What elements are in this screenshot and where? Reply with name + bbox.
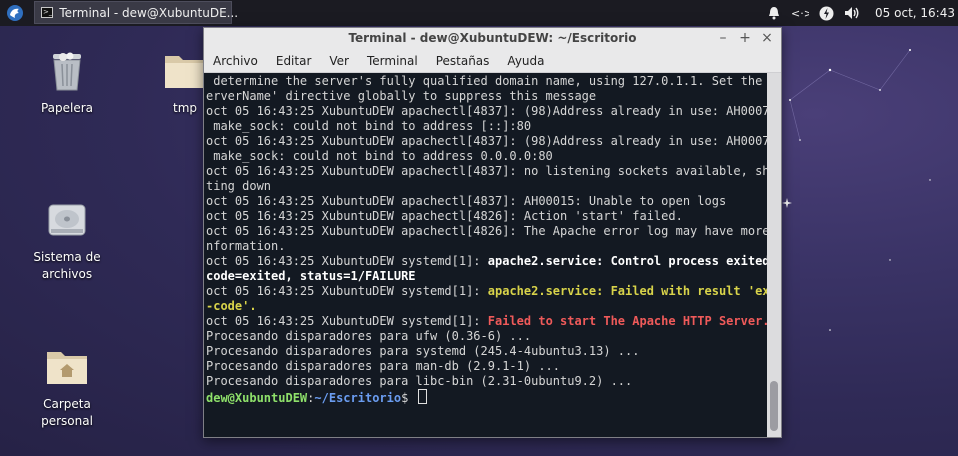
terminal-text: determine the server's fully qualified d…: [206, 74, 767, 88]
terminal-text: erverName' directive globally to suppres…: [206, 89, 597, 103]
terminal-text: Failed to start The Apache HTTP Server.: [487, 314, 767, 328]
terminal-text: -code'.: [206, 299, 257, 313]
menu-editar[interactable]: Editar: [267, 54, 321, 68]
folder-icon: [165, 56, 205, 88]
terminal-text: nformation.: [206, 239, 286, 253]
terminal-prompt-line[interactable]: dew@XubuntuDEW:~/Escritorio$: [206, 389, 767, 406]
terminal-text: oct 05 16:43:25 XubuntuDEW systemd[1]:: [206, 284, 488, 298]
terminal-line: determine the server's fully qualified d…: [206, 74, 767, 89]
terminal-text: apache2.service: Failed with result 'exi…: [487, 284, 767, 298]
prompt-user: dew@XubuntuDEW: [206, 391, 308, 405]
terminal-line: Procesando disparadores para man-db (2.9…: [206, 359, 767, 374]
system-tray: <·> 05 oct, 16:43: [757, 0, 958, 26]
terminal-line: oct 05 16:43:25 XubuntuDEW systemd[1]: a…: [206, 254, 767, 269]
drive-icon: [48, 204, 86, 236]
terminal-output[interactable]: determine the server's fully qualified d…: [204, 73, 767, 437]
terminal-text: oct 05 16:43:25 XubuntuDEW apachectl[483…: [206, 164, 767, 178]
desktop-icon-label: Carpeta personal: [41, 397, 93, 428]
terminal-line: oct 05 16:43:25 XubuntuDEW systemd[1]: F…: [206, 314, 767, 329]
terminal-text: oct 05 16:43:25 XubuntuDEW systemd[1]:: [206, 254, 488, 268]
terminal-line: Procesando disparadores para systemd (24…: [206, 344, 767, 359]
menu-ver[interactable]: Ver: [320, 54, 358, 68]
home-folder-icon: [47, 352, 87, 384]
window-titlebar[interactable]: Terminal - dew@XubuntuDEW: ~/Escritorio …: [204, 28, 781, 50]
terminal-text: oct 05 16:43:25 XubuntuDEW systemd[1]:: [206, 314, 488, 328]
volume-icon[interactable]: [843, 4, 861, 22]
notification-bell-icon[interactable]: [765, 4, 783, 22]
terminal-line: ting down: [206, 179, 767, 194]
terminal-line: nformation.: [206, 239, 767, 254]
trash-icon: [53, 52, 81, 91]
terminal-line: oct 05 16:43:25 XubuntuDEW apachectl[483…: [206, 164, 767, 179]
terminal-line: Procesando disparadores para libc-bin (2…: [206, 374, 767, 389]
scrollbar-thumb[interactable]: [770, 381, 778, 431]
prompt-symbol: $: [401, 391, 416, 405]
terminal-text: make_sock: could not bind to address 0.0…: [206, 149, 553, 163]
menu-ayuda[interactable]: Ayuda: [498, 54, 553, 68]
terminal-line: oct 05 16:43:25 XubuntuDEW apachectl[482…: [206, 224, 767, 239]
terminal-line: code=exited, status=1/FAILURE: [206, 269, 767, 284]
terminal-text: Procesando disparadores para man-db (2.9…: [206, 359, 561, 373]
menubar: Archivo Editar Ver Terminal Pestañas Ayu…: [204, 50, 781, 73]
text-cursor: [417, 389, 427, 404]
terminal-line: erverName' directive globally to suppres…: [206, 89, 767, 104]
terminal-window: Terminal - dew@XubuntuDEW: ~/Escritorio …: [203, 27, 782, 438]
taskbar-terminal-button[interactable]: >_ Terminal - dew@XubuntuDE...: [34, 1, 238, 24]
terminal-text: make_sock: could not bind to address [::…: [206, 119, 532, 133]
terminal-line: oct 05 16:43:25 XubuntuDEW apachectl[483…: [206, 104, 767, 119]
terminal-line: make_sock: could not bind to address [::…: [206, 119, 767, 134]
menu-archivo[interactable]: Archivo: [204, 54, 267, 68]
terminal-line: make_sock: could not bind to address 0.0…: [206, 149, 767, 164]
top-panel: >_ Terminal - dew@XubuntuDE... <·> 05 oc…: [0, 0, 958, 26]
prompt-path: ~/Escritorio: [314, 391, 402, 405]
minimize-button[interactable]: –: [717, 30, 729, 46]
menu-terminal[interactable]: Terminal: [358, 54, 427, 68]
whisker-menu-icon[interactable]: [6, 4, 24, 22]
desktop-icon-label: Papelera: [40, 101, 94, 115]
desktop-icon-label: Sistema de archivos: [33, 250, 101, 281]
terminal-text: apache2.service: Control process exited,: [487, 254, 767, 268]
desktop-icon-home[interactable]: Carpeta personal: [27, 342, 107, 430]
power-icon[interactable]: [817, 4, 835, 22]
terminal-line: oct 05 16:43:25 XubuntuDEW apachectl[482…: [206, 209, 767, 224]
svg-text:<·>: <·>: [791, 7, 809, 20]
desktop-icon-filesystem[interactable]: Sistema de archivos: [27, 195, 107, 283]
terminal-line: -code'.: [206, 299, 767, 314]
desktop-icon-trash[interactable]: Papelera: [27, 46, 107, 117]
terminal-text: code=exited, status=1/FAILURE: [206, 269, 416, 283]
menu-pestanas[interactable]: Pestañas: [427, 54, 499, 68]
terminal-text: Procesando disparadores para ufw (0.36-6…: [206, 329, 532, 343]
terminal-text: Procesando disparadores para systemd (24…: [206, 344, 640, 358]
scrollbar[interactable]: [767, 73, 781, 437]
terminal-line: oct 05 16:43:25 XubuntuDEW apachectl[483…: [206, 134, 767, 149]
terminal-line: oct 05 16:43:25 XubuntuDEW systemd[1]: a…: [206, 284, 767, 299]
terminal-icon: >_: [41, 7, 54, 18]
terminal-line: Procesando disparadores para ufw (0.36-6…: [206, 329, 767, 344]
terminal-text: Procesando disparadores para libc-bin (2…: [206, 374, 633, 388]
network-icon[interactable]: <·>: [791, 4, 809, 22]
window-title: Terminal - dew@XubuntuDEW: ~/Escritorio: [348, 31, 637, 45]
wallpaper-stars: [782, 49, 931, 331]
terminal-text: ting down: [206, 179, 272, 193]
terminal-text: oct 05 16:43:25 XubuntuDEW apachectl[483…: [206, 104, 767, 118]
clock[interactable]: 05 oct, 16:43: [875, 6, 955, 20]
terminal-text: oct 05 16:43:25 XubuntuDEW apachectl[483…: [206, 134, 767, 148]
terminal-text: oct 05 16:43:25 XubuntuDEW apachectl[482…: [206, 209, 683, 223]
terminal-text: oct 05 16:43:25 XubuntuDEW apachectl[483…: [206, 194, 727, 208]
terminal-text: oct 05 16:43:25 XubuntuDEW apachectl[482…: [206, 224, 767, 238]
maximize-button[interactable]: +: [739, 30, 751, 46]
close-button[interactable]: ×: [761, 30, 773, 46]
taskbar-label: Terminal - dew@XubuntuDE...: [59, 5, 239, 20]
terminal-line: oct 05 16:43:25 XubuntuDEW apachectl[483…: [206, 194, 767, 209]
